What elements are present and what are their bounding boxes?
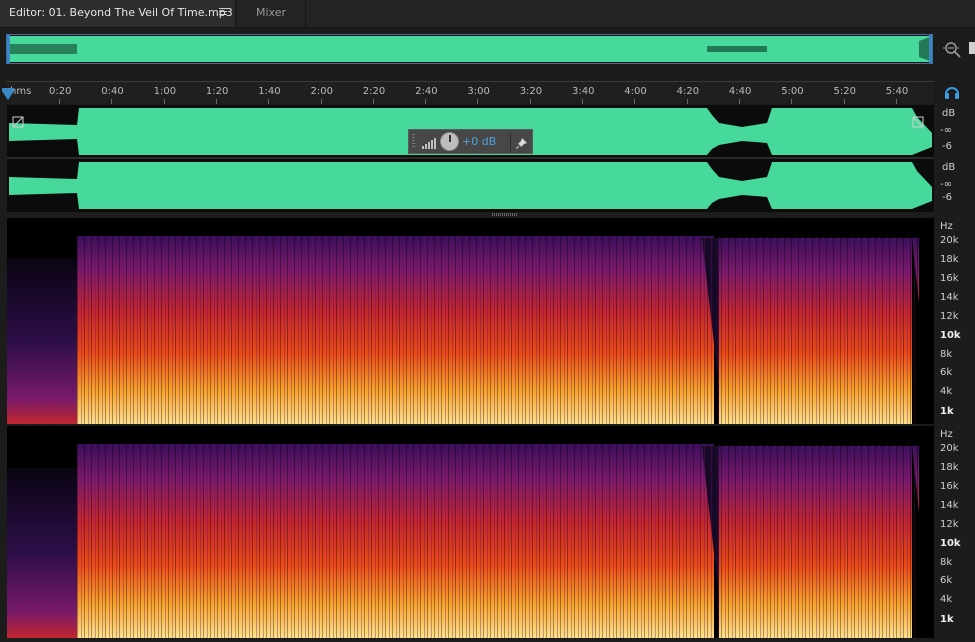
hud-grip-handle[interactable] xyxy=(412,134,415,149)
freq-unit-label: Hz xyxy=(940,429,953,440)
overview-waveform xyxy=(7,35,932,63)
freq-tick-label: 4k xyxy=(940,594,953,605)
ruler-tick-label: 2:00 xyxy=(310,86,333,97)
freq-tick-label: 12k xyxy=(940,311,959,322)
ruler-tick-mark xyxy=(215,99,217,104)
level-meter-icon xyxy=(421,135,439,149)
ruler-tick-label: 3:40 xyxy=(572,86,595,97)
ruler-tick-mark xyxy=(59,99,60,104)
ruler-tick-mark xyxy=(372,99,374,104)
ruler-tick-label: 5:00 xyxy=(781,86,804,97)
freq-unit-label: Hz xyxy=(940,221,953,232)
ruler-tick-label: 0:20 xyxy=(49,86,72,97)
ruler-tick-mark xyxy=(163,99,165,104)
gain-knob[interactable] xyxy=(440,132,459,151)
freq-tick-label: 12k xyxy=(940,519,959,530)
ruler-tick-label: 1:00 xyxy=(153,86,177,97)
ruler-tick-mark xyxy=(791,99,793,104)
ruler-tick-mark xyxy=(320,99,322,104)
amp-unit-label-ch1: dB xyxy=(942,108,956,119)
spectrogram-graphic xyxy=(7,218,934,638)
amp-inf-label-ch2: -∞ xyxy=(940,179,952,190)
freq-tick-label: 10k xyxy=(940,330,961,341)
amplitude-scale: dB -∞ -6 dB -∞ -6 xyxy=(934,105,975,212)
amp-mid-label-ch1: -6 xyxy=(942,141,952,152)
ruler-tick-label: 2:20 xyxy=(362,86,386,97)
tab-menu-icon[interactable] xyxy=(219,8,227,18)
hud-divider xyxy=(510,133,511,151)
amp-mid-label-ch2: -6 xyxy=(942,192,952,203)
freq-tick-label: 16k xyxy=(940,481,959,492)
freq-tick-label: 10k xyxy=(940,538,961,549)
ruler-tick-mark xyxy=(268,99,270,104)
ruler-tick-mark xyxy=(425,99,427,104)
freq-tick-label: 1k xyxy=(940,614,954,625)
ruler-tick-label: 5:20 xyxy=(833,86,856,97)
ruler-tick-label: 1:40 xyxy=(258,86,281,97)
amp-unit-label-ch2: dB xyxy=(942,162,956,173)
ruler-tick-label: 0:40 xyxy=(101,86,124,97)
ruler-tick-label: 4:40 xyxy=(728,86,752,97)
headphones-icon[interactable] xyxy=(944,84,960,100)
freq-tick-label: 6k xyxy=(940,367,953,378)
freq-tick-label: 1k xyxy=(940,406,954,417)
freq-tick-label: 4k xyxy=(940,386,953,397)
frequency-scale: Hz 20k 18k 16k 14k 12k 10k 8k 6k 4k 1k Hz 20k 18k 16k 1… xyxy=(934,218,975,638)
freq-tick-label: 20k xyxy=(940,443,959,454)
amplitude-hud[interactable]: +0 dB xyxy=(408,129,533,154)
freq-tick-label: 18k xyxy=(940,462,959,473)
pin-icon[interactable] xyxy=(515,135,528,149)
ruler-tick-mark xyxy=(582,99,583,104)
freq-tick-label: 14k xyxy=(940,292,959,303)
tab-editor-label: Editor: 01. Beyond The Veil Of Time.mp3 xyxy=(9,6,233,19)
ruler-tick-label: 3:00 xyxy=(467,86,490,97)
ruler-tick-label: 1:20 xyxy=(205,86,229,97)
tab-mixer[interactable]: Mixer xyxy=(237,0,306,27)
panel-tab-bar: Editor: 01. Beyond The Veil Of Time.mp3 … xyxy=(0,0,975,28)
amp-inf-label-ch1: -∞ xyxy=(940,125,952,136)
waveform-graphic xyxy=(7,108,934,209)
ruler-tick-label: 3:20 xyxy=(519,86,543,97)
freq-tick-label: 8k xyxy=(940,557,953,568)
freq-tick-label: 6k xyxy=(940,575,953,586)
ruler-tick-mark xyxy=(634,99,636,104)
ruler-tick-label: 4:20 xyxy=(676,86,700,97)
freq-tick-label: 20k xyxy=(940,235,959,246)
playhead-marker[interactable] xyxy=(2,91,14,100)
gain-value[interactable]: +0 dB xyxy=(462,135,496,148)
freq-tick-label: 18k xyxy=(940,254,959,265)
tab-editor[interactable]: Editor: 01. Beyond The Veil Of Time.mp3 xyxy=(0,0,236,27)
ruler-tick-mark xyxy=(843,99,845,104)
ruler-tick-mark xyxy=(529,99,531,104)
ruler-tick-label: 4:00 xyxy=(624,86,647,97)
freq-tick-label: 14k xyxy=(940,500,959,511)
time-ruler[interactable]: hms 0:20 0:40 1:00 1:20 1:40 2:00 2:20 2:40 3:00… xyxy=(6,81,934,104)
ruler-tick-mark xyxy=(895,99,897,104)
ruler-tick-label: 2:40 xyxy=(415,86,438,97)
ruler-tick-mark xyxy=(477,99,479,104)
spectral-frequency-display[interactable] xyxy=(7,218,934,638)
waveform-display[interactable] xyxy=(7,105,934,212)
tab-mixer-label: Mixer xyxy=(255,6,286,19)
overview-navigator[interactable] xyxy=(6,34,933,64)
ruler-tick-mark xyxy=(686,99,688,104)
freq-tick-label: 8k xyxy=(940,349,953,360)
panel-edge-handle[interactable] xyxy=(969,42,975,54)
ruler-tick-label: 5:40 xyxy=(885,86,909,97)
zoom-out-full-icon[interactable] xyxy=(942,39,964,61)
ruler-tick-mark xyxy=(111,99,113,104)
freq-tick-label: 16k xyxy=(940,273,959,284)
view-divider-handle[interactable] xyxy=(492,213,517,216)
ruler-tick-mark xyxy=(738,99,740,104)
